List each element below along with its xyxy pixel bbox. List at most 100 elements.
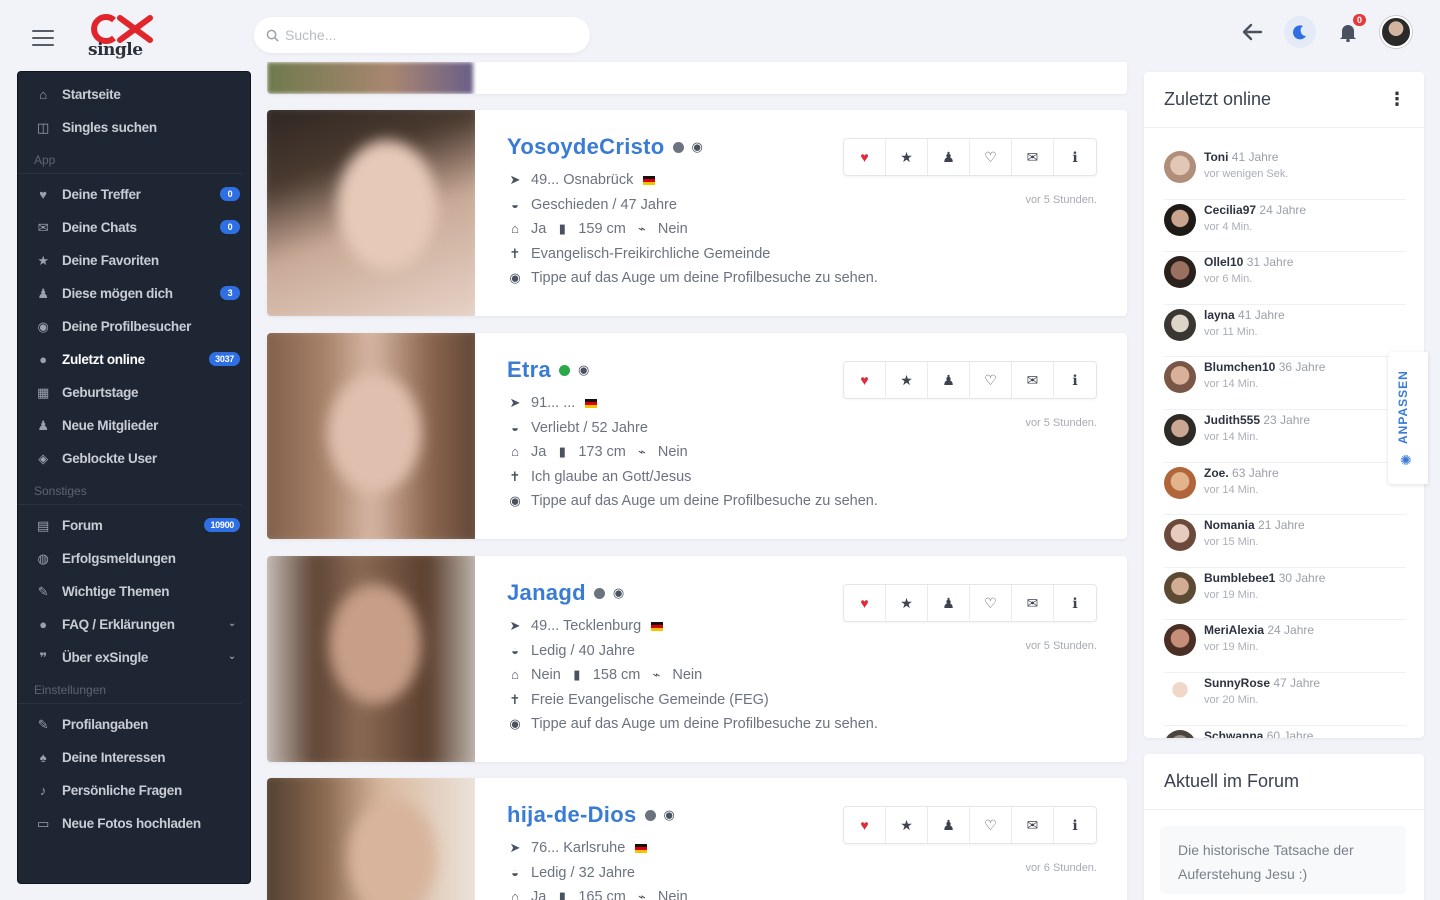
sidebar-item-profilangaben[interactable]: ✎ Profilangaben bbox=[18, 708, 250, 741]
avatar bbox=[1164, 571, 1196, 604]
list-item[interactable]: MeriAlexia 24 Jahre vor 19 Min. bbox=[1164, 620, 1406, 673]
list-item[interactable]: Nomania 21 Jahre vor 15 Min. bbox=[1164, 515, 1406, 568]
gift-button[interactable]: ♡ bbox=[970, 139, 1012, 175]
dark-mode-toggle[interactable] bbox=[1284, 16, 1316, 48]
logo-text: single bbox=[88, 40, 143, 60]
count-badge: 3 bbox=[220, 286, 240, 300]
flag-germany-icon bbox=[585, 398, 598, 408]
pin-icon: ✎ bbox=[37, 583, 49, 599]
eye-icon[interactable]: ◉ bbox=[578, 362, 590, 378]
profile-card[interactable]: Etra ◉ ➤ 91... ... ◒ Verliebt / 52 Jahre ⌂ J… bbox=[267, 333, 1127, 539]
message-button[interactable]: ✉ bbox=[1012, 139, 1054, 175]
sidebar-item-moegen-dich[interactable]: ♟ Diese mögen dich 3 bbox=[18, 277, 250, 310]
gift-button[interactable]: ♡ bbox=[970, 585, 1012, 621]
eye-icon[interactable]: ◉ bbox=[692, 139, 704, 155]
sidebar-item-startseite[interactable]: ⌂ Startseite bbox=[18, 78, 250, 111]
message-button[interactable]: ✉ bbox=[1012, 362, 1054, 398]
smoking-icon: ⌁ bbox=[637, 889, 646, 900]
list-item[interactable]: Judith555 23 Jahre vor 14 Min. bbox=[1164, 410, 1406, 463]
sidebar-item-ueber[interactable]: ❞ Über exSingle ⌄ bbox=[18, 641, 250, 674]
like-button[interactable]: ♥ bbox=[844, 362, 886, 398]
ring-icon: ◒ bbox=[511, 419, 519, 435]
forum-icon: ▤ bbox=[37, 517, 49, 533]
profile-card[interactable]: hija-de-Dios ◉ ➤ 76... Karlsruhe ◒ Ledig / … bbox=[267, 778, 1127, 900]
profile-card-partial[interactable] bbox=[267, 62, 1127, 94]
status-dot bbox=[559, 364, 570, 376]
profile-name[interactable]: Etra bbox=[507, 357, 551, 383]
avatar bbox=[1164, 361, 1196, 394]
like-button[interactable]: ♥ bbox=[844, 807, 886, 843]
list-item[interactable]: Cecilia97 24 Jahre vor 4 Min. bbox=[1164, 200, 1406, 253]
sidebar-item-faq[interactable]: ● FAQ / Erklärungen ⌄ bbox=[18, 608, 250, 641]
sidebar-item-fragen[interactable]: ♪ Persönliche Fragen bbox=[18, 774, 250, 807]
info-button[interactable]: ℹ bbox=[1054, 585, 1096, 621]
sidebar-item-fotos[interactable]: ▭ Neue Fotos hochladen bbox=[18, 807, 250, 840]
sidebar-item-wichtige-themen[interactable]: ✎ Wichtige Themen bbox=[18, 575, 250, 608]
list-item[interactable]: Bumblebee1 30 Jahre vor 19 Min. bbox=[1164, 568, 1406, 621]
list-item[interactable]: Schwanna 60 Jahre bbox=[1164, 726, 1406, 738]
forum-post[interactable]: Die historische Tatsache der Auferstehun… bbox=[1160, 826, 1406, 894]
info-button[interactable]: ℹ bbox=[1054, 139, 1096, 175]
menu-icon[interactable] bbox=[32, 30, 54, 46]
ruler-icon: ▮ bbox=[558, 889, 566, 900]
sidebar-item-singles-suchen[interactable]: ◫ Singles suchen bbox=[18, 111, 250, 144]
sidebar-item-neue-mitglieder[interactable]: ♟ Neue Mitglieder bbox=[18, 409, 250, 442]
search-input[interactable] bbox=[285, 27, 565, 43]
list-item[interactable]: layna 41 Jahre vor 11 Min. bbox=[1164, 305, 1406, 358]
flag-germany-icon bbox=[643, 175, 656, 185]
customize-label: ANPASSEN bbox=[1396, 370, 1410, 444]
back-button[interactable] bbox=[1236, 16, 1268, 48]
profile-name[interactable]: hija-de-Dios bbox=[507, 802, 637, 828]
profile-card[interactable]: Janagd ◉ ➤ 49... Tecklenburg ◒ Ledig / 40 J… bbox=[267, 556, 1127, 762]
favorite-button[interactable]: ★ bbox=[886, 807, 928, 843]
sidebar-item-profilbesucher[interactable]: ◉ Deine Profilbesucher bbox=[18, 310, 250, 343]
logo[interactable]: single bbox=[84, 14, 158, 62]
gift-button[interactable]: ♡ bbox=[970, 362, 1012, 398]
sidebar-item-geblockte-user[interactable]: ◈ Geblockte User bbox=[18, 442, 250, 475]
profile-photo[interactable] bbox=[267, 556, 475, 762]
info-button[interactable]: ℹ bbox=[1054, 362, 1096, 398]
notifications-button[interactable]: 0 bbox=[1332, 14, 1366, 48]
profile-photo[interactable] bbox=[267, 110, 475, 316]
add-friend-button[interactable]: ♟ bbox=[928, 585, 970, 621]
sidebar-item-forum[interactable]: ▤ Forum 10900 bbox=[18, 509, 250, 542]
list-item[interactable]: Ollel10 31 Jahre vor 6 Min. bbox=[1164, 252, 1406, 305]
message-button[interactable]: ✉ bbox=[1012, 585, 1054, 621]
sidebar-item-chats[interactable]: ✉ Deine Chats 0 bbox=[18, 211, 250, 244]
customize-tab[interactable]: ANPASSEN ✺ bbox=[1388, 352, 1428, 484]
sidebar-item-zuletzt-online[interactable]: ● Zuletzt online 3037 bbox=[18, 343, 250, 376]
add-friend-button[interactable]: ♟ bbox=[928, 139, 970, 175]
profile-card[interactable]: YosoydeCristo ◉ ➤ 49... Osnabrück ◒ Geschie… bbox=[267, 110, 1127, 316]
more-options-icon[interactable]: ⋮ bbox=[1388, 89, 1406, 110]
profile-photo[interactable] bbox=[267, 778, 475, 900]
profile-name[interactable]: YosoydeCristo bbox=[507, 134, 665, 160]
sidebar-item-erfolgsmeldungen[interactable]: ◍ Erfolgsmeldungen bbox=[18, 542, 250, 575]
add-friend-button[interactable]: ♟ bbox=[928, 362, 970, 398]
profile-photo[interactable] bbox=[267, 333, 475, 539]
favorite-button[interactable]: ★ bbox=[886, 362, 928, 398]
profile-actions: ♥ ★ ♟ ♡ ✉ ℹ bbox=[843, 584, 1097, 622]
list-item[interactable]: SunnyRose 47 Jahre vor 20 Min. bbox=[1164, 673, 1406, 726]
sidebar-item-geburtstage[interactable]: ▦ Geburtstage bbox=[18, 376, 250, 409]
list-item[interactable]: Toni 41 Jahre vor wenigen Sek. bbox=[1164, 147, 1406, 200]
like-button[interactable]: ♥ bbox=[844, 585, 886, 621]
message-button[interactable]: ✉ bbox=[1012, 807, 1054, 843]
favorite-button[interactable]: ★ bbox=[886, 585, 928, 621]
favorite-button[interactable]: ★ bbox=[886, 139, 928, 175]
eye-icon[interactable]: ◉ bbox=[613, 585, 625, 601]
sidebar-item-favoriten[interactable]: ★ Deine Favoriten bbox=[18, 244, 250, 277]
sidebar-item-interessen[interactable]: ♠ Deine Interessen bbox=[18, 741, 250, 774]
list-item[interactable]: Zoe. 63 Jahre vor 14 Min. bbox=[1164, 463, 1406, 516]
add-friend-button[interactable]: ♟ bbox=[928, 807, 970, 843]
search-box[interactable] bbox=[254, 17, 590, 53]
list-item[interactable]: Blumchen10 36 Jahre vor 14 Min. bbox=[1164, 357, 1406, 410]
like-button[interactable]: ♥ bbox=[844, 139, 886, 175]
info-button[interactable]: ℹ bbox=[1054, 807, 1096, 843]
ruler-icon: ▮ bbox=[573, 667, 581, 682]
online-user-list: Toni 41 Jahre vor wenigen Sek. Cecilia97 … bbox=[1164, 147, 1406, 738]
sidebar-item-treffer[interactable]: ♥ Deine Treffer 0 bbox=[18, 178, 250, 211]
eye-icon[interactable]: ◉ bbox=[664, 807, 676, 823]
gift-button[interactable]: ♡ bbox=[970, 807, 1012, 843]
user-avatar[interactable] bbox=[1380, 16, 1412, 48]
profile-name[interactable]: Janagd bbox=[507, 580, 586, 606]
